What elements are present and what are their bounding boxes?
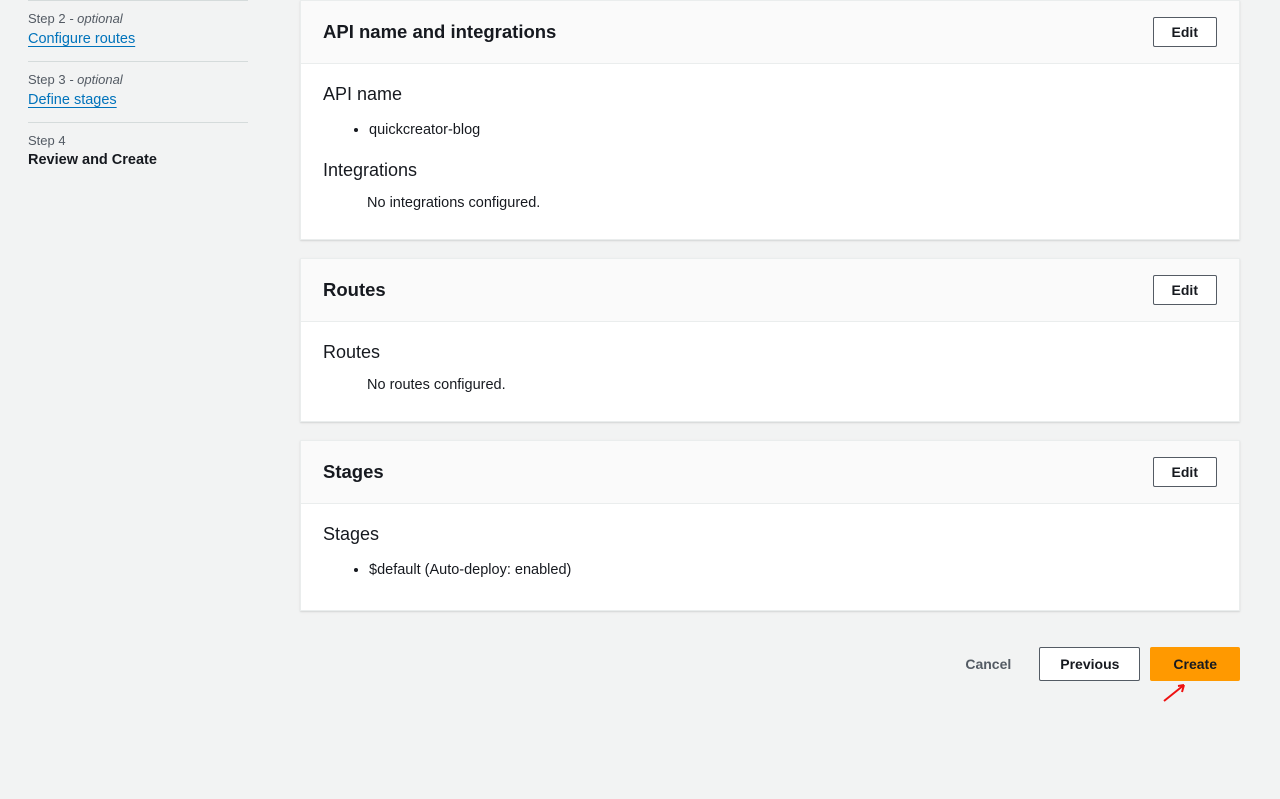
card-body: Stages $default (Auto-deploy: enabled) — [301, 504, 1239, 610]
routes-value: No routes configured. — [323, 377, 1217, 393]
routes-heading: Routes — [323, 342, 1217, 363]
api-name-value: quickcreator-blog — [369, 119, 1217, 142]
card-title: Stages — [323, 461, 384, 483]
step-meta: Step 4 — [28, 133, 248, 148]
stage-value: $default (Auto-deploy: enabled) — [369, 559, 1217, 582]
card-header: Stages Edit — [301, 441, 1239, 504]
sidebar-step-2: Step 2 - optional Configure routes — [28, 0, 248, 61]
sidebar-step-3: Step 3 - optional Define stages — [28, 61, 248, 122]
step-meta: Step 2 - optional — [28, 11, 248, 26]
wizard-sidebar: Step 2 - optional Configure routes Step … — [0, 0, 260, 799]
card-header: Routes Edit — [301, 259, 1239, 322]
annotation-arrow-icon — [1162, 681, 1190, 703]
stages-heading: Stages — [323, 524, 1217, 545]
step-number: Step 3 — [28, 72, 66, 87]
step-number: Step 2 — [28, 11, 66, 26]
step-current-review-and-create: Review and Create — [28, 152, 248, 168]
step-link-configure-routes[interactable]: Configure routes — [28, 31, 135, 47]
card-body: API name quickcreator-blog Integrations … — [301, 64, 1239, 239]
edit-button-routes[interactable]: Edit — [1153, 275, 1217, 305]
step-meta: Step 3 - optional — [28, 72, 248, 87]
card-stages: Stages Edit Stages $default (Auto-deploy… — [300, 440, 1240, 611]
step-link-define-stages[interactable]: Define stages — [28, 92, 117, 108]
integrations-heading: Integrations — [323, 160, 1217, 181]
previous-button[interactable]: Previous — [1039, 647, 1140, 681]
card-routes: Routes Edit Routes No routes configured. — [300, 258, 1240, 422]
sidebar-step-4: Step 4 Review and Create — [28, 122, 248, 182]
card-title: API name and integrations — [323, 21, 556, 43]
integrations-value: No integrations configured. — [323, 195, 1217, 211]
step-number: Step 4 — [28, 133, 66, 148]
step-optional: - optional — [69, 11, 122, 26]
wizard-actions: Cancel Previous Create — [300, 629, 1240, 689]
main-content: API name and integrations Edit API name … — [260, 0, 1280, 799]
edit-button-stages[interactable]: Edit — [1153, 457, 1217, 487]
api-name-heading: API name — [323, 84, 1217, 105]
card-header: API name and integrations Edit — [301, 1, 1239, 64]
card-title: Routes — [323, 279, 386, 301]
card-api-name-integrations: API name and integrations Edit API name … — [300, 0, 1240, 240]
step-optional: - optional — [69, 72, 122, 87]
create-button[interactable]: Create — [1150, 647, 1240, 681]
edit-button-api[interactable]: Edit — [1153, 17, 1217, 47]
card-body: Routes No routes configured. — [301, 322, 1239, 421]
cancel-button[interactable]: Cancel — [947, 648, 1029, 680]
